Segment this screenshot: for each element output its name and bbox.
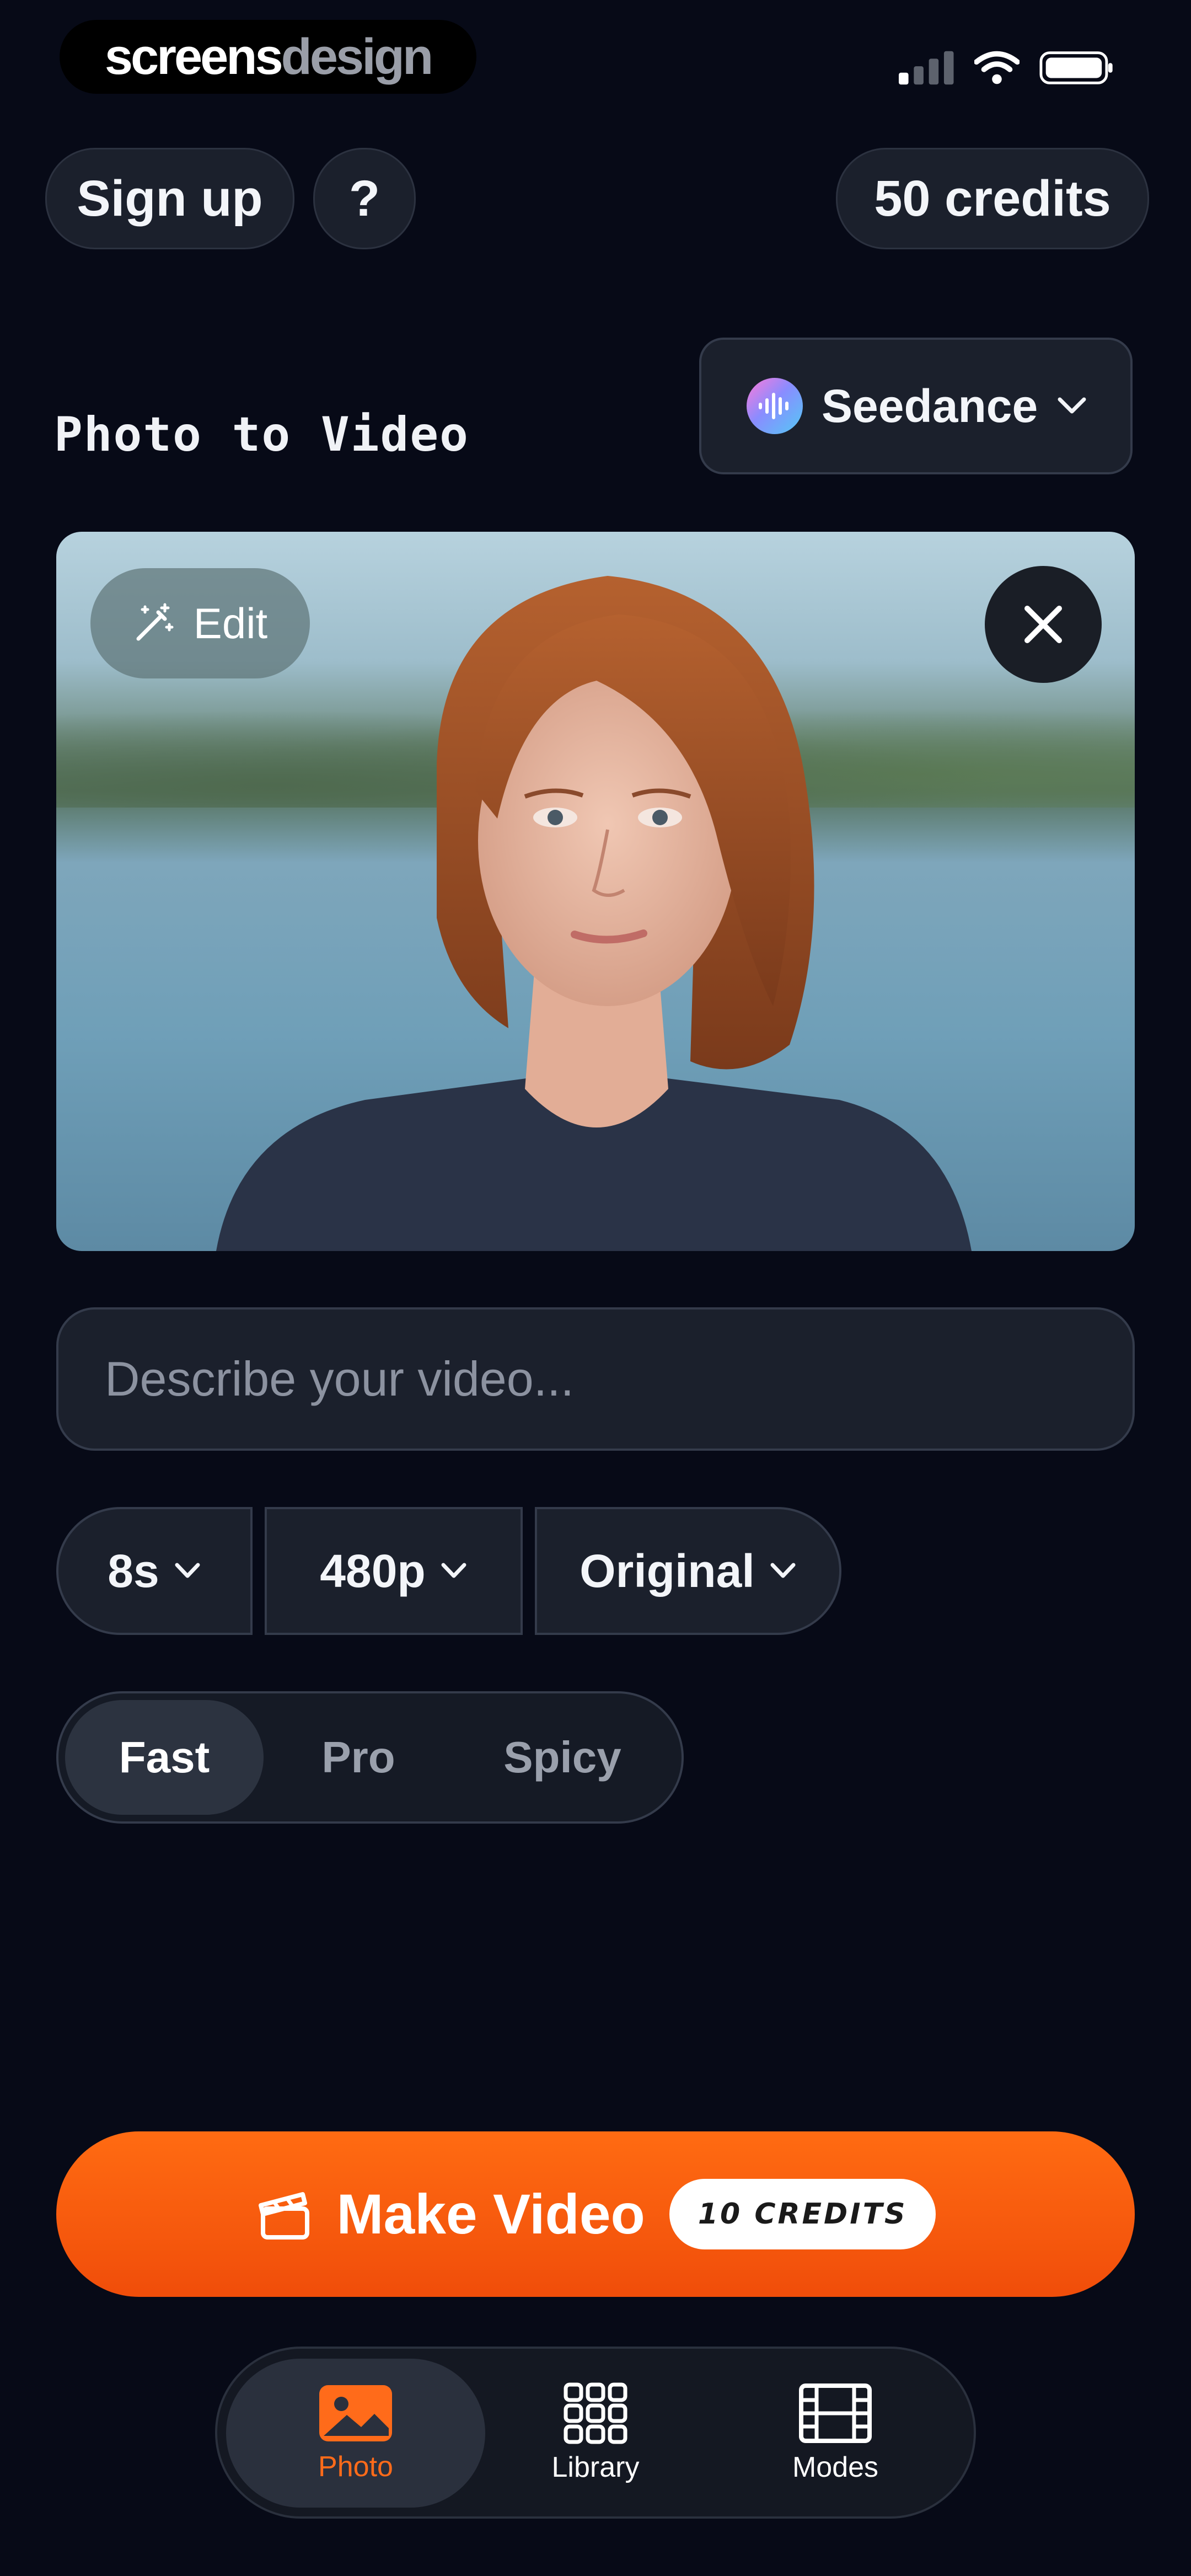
sign-up-button[interactable]: Sign up bbox=[45, 148, 294, 249]
resolution-value: 480p bbox=[320, 1544, 426, 1597]
page-title: Photo to Video bbox=[54, 407, 469, 462]
model-name: Seedance bbox=[822, 380, 1038, 432]
close-icon bbox=[1024, 606, 1062, 643]
mode-spicy[interactable]: Spicy bbox=[452, 1700, 673, 1815]
help-button[interactable]: ? bbox=[313, 148, 416, 249]
magic-wand-icon bbox=[136, 603, 174, 641]
credits-badge[interactable]: 50 credits bbox=[836, 148, 1149, 249]
credit-cost-badge: 10 CREDITS bbox=[669, 2179, 936, 2249]
tab-modes[interactable]: Modes bbox=[728, 2359, 943, 2508]
signal-icon bbox=[899, 51, 954, 85]
tab-modes-label: Modes bbox=[792, 2451, 879, 2483]
video-prompt-input[interactable]: Describe your video... bbox=[56, 1307, 1135, 1451]
aspect-ratio-select[interactable]: Original bbox=[535, 1507, 841, 1635]
grid-icon bbox=[564, 2382, 627, 2444]
model-logo-icon bbox=[747, 378, 803, 434]
status-icons bbox=[899, 49, 1114, 87]
duration-select[interactable]: 8s bbox=[56, 1507, 253, 1635]
model-select[interactable]: Seedance bbox=[699, 338, 1133, 474]
image-icon bbox=[319, 2385, 392, 2441]
chevron-down-icon bbox=[1058, 397, 1086, 414]
aspect-value: Original bbox=[580, 1544, 755, 1597]
brand-text-primary: screens bbox=[104, 28, 283, 85]
tab-library-label: Library bbox=[551, 2451, 640, 2483]
battery-icon bbox=[1039, 51, 1113, 84]
mode-pro[interactable]: Pro bbox=[276, 1700, 441, 1815]
chevron-down-icon bbox=[175, 1563, 200, 1578]
mode-fast[interactable]: Fast bbox=[65, 1700, 264, 1815]
film-icon bbox=[799, 2383, 872, 2443]
resolution-select[interactable]: 480p bbox=[265, 1507, 523, 1635]
tab-photo[interactable]: Photo bbox=[226, 2359, 485, 2508]
tab-library[interactable]: Library bbox=[496, 2359, 695, 2508]
chevron-down-icon bbox=[441, 1563, 466, 1578]
brand-text-secondary: design bbox=[281, 28, 433, 85]
tab-photo-label: Photo bbox=[318, 2451, 393, 2483]
make-video-button[interactable]: Make Video 10 CREDITS bbox=[56, 2131, 1135, 2297]
wifi-icon bbox=[974, 51, 1020, 84]
edit-label: Edit bbox=[193, 598, 268, 648]
brand-watermark: screens design bbox=[60, 20, 476, 94]
remove-photo-button[interactable] bbox=[985, 566, 1102, 683]
duration-value: 8s bbox=[108, 1544, 159, 1597]
chevron-down-icon bbox=[770, 1563, 796, 1578]
make-video-label: Make Video bbox=[336, 2182, 645, 2246]
clapperboard-icon bbox=[258, 2192, 309, 2240]
edit-photo-button[interactable]: Edit bbox=[90, 568, 310, 678]
